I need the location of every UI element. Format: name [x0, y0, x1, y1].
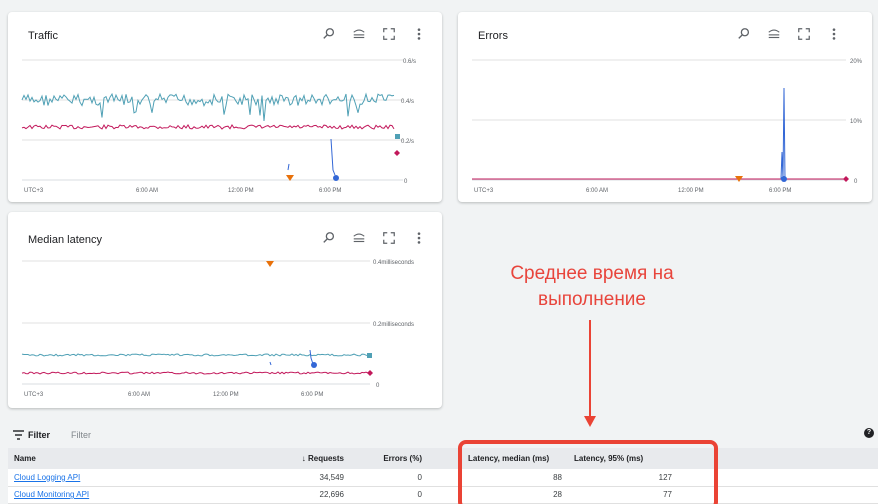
y-tick: 20% — [850, 59, 863, 65]
x-tick: 12:00 PM — [228, 188, 254, 194]
y-tick: 0.2/s — [401, 139, 414, 145]
col-latency-median[interactable]: Latency, median (ms) — [428, 448, 568, 469]
y-tick: 0 — [854, 179, 858, 185]
series-marker — [367, 370, 373, 376]
col-latency-95[interactable]: Latency, 95% (ms) — [568, 448, 678, 469]
series-marker — [311, 362, 317, 368]
y-tick: 10% — [850, 119, 863, 125]
series-line — [309, 349, 314, 365]
series-marker — [394, 150, 400, 156]
y-tick: 0.6/s — [403, 59, 416, 65]
y-tick: 0.2milliseconds — [373, 322, 414, 328]
annotation-arrow — [584, 320, 596, 427]
series-line — [780, 87, 786, 180]
filter-input[interactable]: Filter — [71, 430, 91, 440]
table-row[interactable]: Cloud Monitoring API 22,696 0 28 77 — [8, 486, 878, 503]
latency-plot: 0.4milliseconds 0.2milliseconds 0 UTC+3 … — [21, 260, 414, 398]
x-tick: UTC+3 — [474, 188, 494, 194]
x-tick: 6:00 AM — [136, 188, 158, 194]
x-tick: UTC+3 — [24, 188, 44, 194]
series-marker — [367, 353, 372, 358]
latency-median-cell: 88 — [553, 472, 562, 482]
requests-cell: 34,549 — [319, 472, 344, 482]
filter-label: Filter — [28, 430, 51, 440]
annotation-marker — [266, 261, 274, 267]
traffic-plot: 0.6/s 0.4/s 0.2/s 0 UTC+3 6:00 AM 12:00 … — [21, 59, 416, 194]
x-tick: 6:00 PM — [301, 392, 323, 398]
x-tick: 6:00 PM — [319, 188, 341, 194]
series-line — [269, 361, 272, 366]
col-name[interactable]: Name — [8, 448, 280, 469]
annotation-text: Среднее время на — [510, 263, 674, 284]
requests-cell: 22,696 — [319, 490, 344, 499]
x-tick: 12:00 PM — [213, 392, 239, 398]
api-link[interactable]: Cloud Logging API — [14, 473, 80, 482]
errors-plot: 20% 10% 0 UTC+3 6:00 AM 12:00 PM 6:00 PM — [472, 59, 863, 194]
errors-cell: 0 — [417, 472, 422, 482]
traffic-chart-card: Traffic 0.6/s 0.4/s 0.2/s 0 UTC+3 6:00 A… — [8, 12, 442, 202]
x-tick: 6:00 PM — [769, 188, 791, 194]
api-link[interactable]: Cloud Monitoring API — [14, 490, 89, 499]
series-line — [330, 138, 336, 176]
y-tick: 0.4milliseconds — [373, 260, 414, 266]
series-line — [287, 163, 290, 171]
annotation-text: выполнение — [537, 289, 646, 310]
y-tick: 0 — [404, 179, 408, 185]
series-line — [21, 123, 395, 130]
latency-95-cell: 77 — [663, 490, 672, 499]
x-tick: 6:00 AM — [586, 188, 608, 194]
series-marker — [843, 176, 849, 182]
y-tick: 0 — [376, 383, 380, 389]
errors-cell: 0 — [417, 490, 422, 499]
filter-icon[interactable] — [13, 430, 24, 440]
series-marker — [333, 175, 339, 181]
table-row[interactable]: Cloud Logging API 34,549 0 88 127 — [8, 469, 878, 486]
x-tick: 12:00 PM — [678, 188, 704, 194]
series-line — [21, 371, 369, 375]
series-marker — [395, 134, 400, 139]
api-table: Name ↓ Requests Errors (%) Latency, medi… — [8, 448, 878, 504]
col-errors[interactable]: Errors (%) — [350, 448, 428, 469]
latency-95-cell: 127 — [658, 472, 672, 482]
series-line — [21, 92, 395, 122]
x-tick: UTC+3 — [24, 392, 44, 398]
median-latency-chart-card: Median latency 0.4milliseconds 0.2millis… — [8, 212, 442, 408]
x-tick: 6:00 AM — [128, 392, 150, 398]
help-icon[interactable]: ? — [864, 428, 874, 438]
series-marker — [781, 176, 787, 182]
series-line — [21, 353, 369, 357]
table-header-row: Name ↓ Requests Errors (%) Latency, medi… — [8, 448, 878, 469]
errors-chart-card: Errors 20% 10% 0 UTC+3 6:00 AM 12:00 PM … — [458, 12, 872, 202]
filter-bar: Filter Filter — [0, 424, 878, 448]
latency-median-cell: 28 — [553, 490, 562, 499]
col-requests[interactable]: ↓ Requests — [280, 448, 350, 469]
y-tick: 0.4/s — [401, 99, 414, 105]
